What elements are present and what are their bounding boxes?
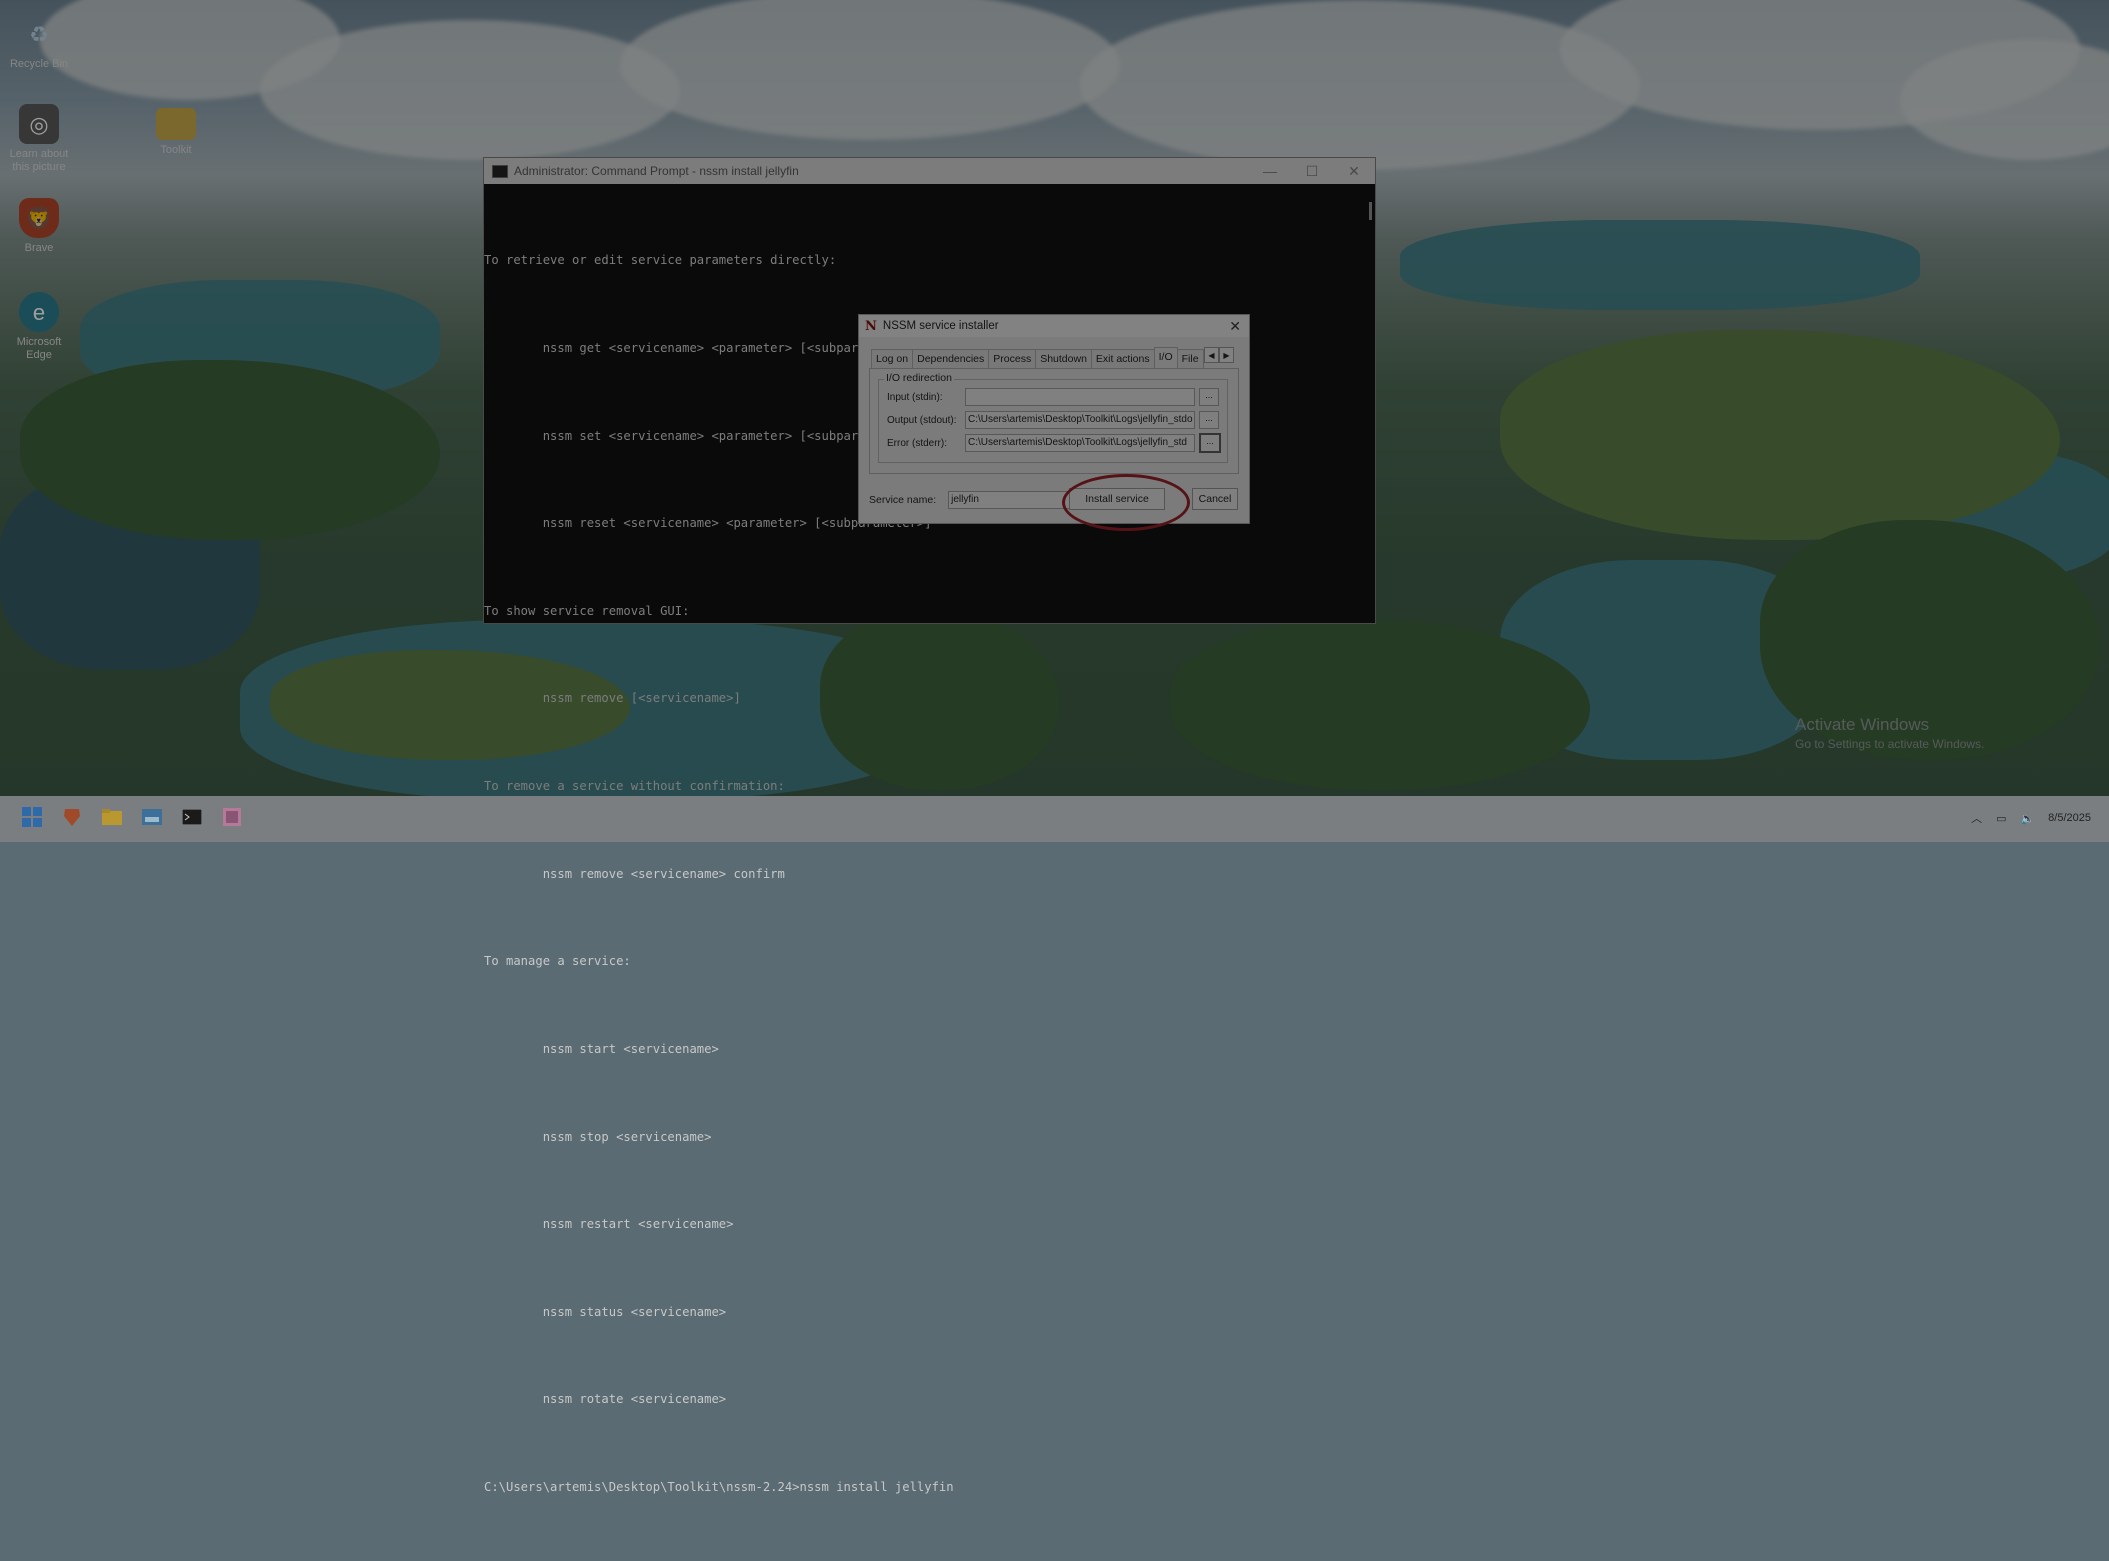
terminal-icon[interactable] [180, 806, 204, 828]
brave-icon[interactable] [60, 806, 84, 828]
cmd-line: To manage a service: [484, 954, 631, 969]
network-icon[interactable]: ▭ [1996, 812, 2006, 825]
screen-dim-overlay [0, 0, 2109, 842]
system-tray: ︿ ▭ 🔈 8/5/2025 [1971, 810, 2091, 826]
cmd-line: nssm restart <servicename> [484, 1217, 734, 1232]
cmd-line: nssm start <servicename> [484, 1041, 719, 1056]
cmd-line: nssm status <servicename> [484, 1304, 727, 1319]
cmd-line: nssm remove <servicename> confirm [484, 866, 785, 881]
taskbar: ︿ ▭ 🔈 8/5/2025 [0, 796, 2109, 842]
start-icon[interactable] [20, 806, 44, 828]
cmd-prompt-line: C:\Users\artemis\Desktop\Toolkit\nssm-2.… [484, 1479, 954, 1494]
volume-icon[interactable]: 🔈 [2020, 812, 2034, 825]
chevron-up-icon[interactable]: ︿ [1971, 810, 1982, 826]
cmd-line: nssm rotate <servicename> [484, 1392, 727, 1407]
cmd-line: nssm stop <servicename> [484, 1129, 712, 1144]
tray-date[interactable]: 8/5/2025 [2048, 812, 2091, 824]
file-explorer-icon[interactable] [100, 806, 124, 828]
photos-icon[interactable] [140, 806, 164, 828]
nssm-icon[interactable] [220, 806, 244, 828]
